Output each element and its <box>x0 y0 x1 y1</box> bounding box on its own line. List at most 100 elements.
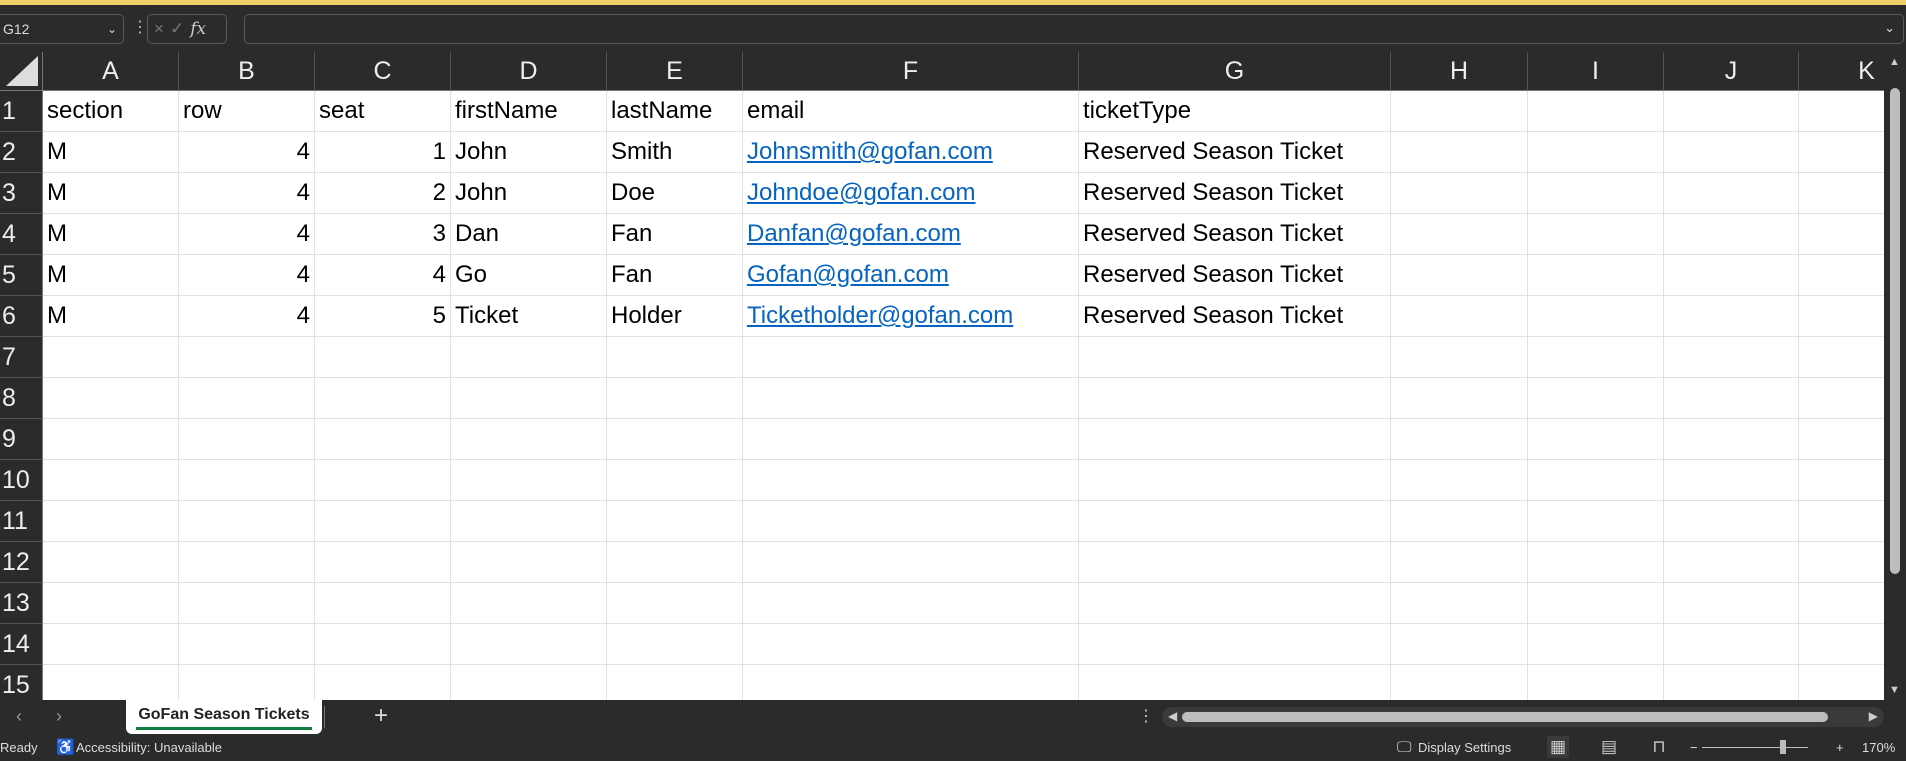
row-header-8[interactable]: 8 <box>0 378 43 419</box>
cell-A14[interactable] <box>43 624 179 665</box>
cell-D4[interactable]: Dan <box>451 214 607 255</box>
cell-K2[interactable] <box>1799 132 1884 173</box>
cell-J2[interactable] <box>1664 132 1799 173</box>
cell-E10[interactable] <box>607 460 743 501</box>
column-header-A[interactable]: A <box>43 52 179 91</box>
cell-A10[interactable] <box>43 460 179 501</box>
cell-B10[interactable] <box>179 460 315 501</box>
cell-K8[interactable] <box>1799 378 1884 419</box>
cell-I7[interactable] <box>1528 337 1664 378</box>
cell-D8[interactable] <box>451 378 607 419</box>
cell-A13[interactable] <box>43 583 179 624</box>
cell-J8[interactable] <box>1664 378 1799 419</box>
normal-view-icon[interactable]: ▦ <box>1547 736 1569 758</box>
row-header-4[interactable]: 4 <box>0 214 43 255</box>
cell-A9[interactable] <box>43 419 179 460</box>
column-header-H[interactable]: H <box>1391 52 1528 91</box>
cancel-icon[interactable]: × <box>154 19 170 38</box>
cell-K14[interactable] <box>1799 624 1884 665</box>
cell-B7[interactable] <box>179 337 315 378</box>
cell-J4[interactable] <box>1664 214 1799 255</box>
column-header-D[interactable]: D <box>451 52 607 91</box>
expand-formula-icon[interactable]: ⌄ <box>1884 20 1895 36</box>
cell-E6[interactable]: Holder <box>607 296 743 337</box>
cell-K15[interactable] <box>1799 665 1884 700</box>
insert-function-icon[interactable]: fx <box>190 19 206 39</box>
cell-H14[interactable] <box>1391 624 1528 665</box>
cell-B1[interactable]: row <box>179 91 315 132</box>
cell-H8[interactable] <box>1391 378 1528 419</box>
cell-B4[interactable]: 4 <box>179 214 315 255</box>
page-layout-icon[interactable]: ▤ <box>1598 736 1620 758</box>
cell-H2[interactable] <box>1391 132 1528 173</box>
cell-C6[interactable]: 5 <box>315 296 451 337</box>
zoom-out-button[interactable]: − <box>1690 734 1698 761</box>
cell-I6[interactable] <box>1528 296 1664 337</box>
scroll-down-icon[interactable]: ▼ <box>1889 684 1900 696</box>
cell-G13[interactable] <box>1079 583 1391 624</box>
cell-F12[interactable] <box>743 542 1079 583</box>
cell-B15[interactable] <box>179 665 315 700</box>
cell-B9[interactable] <box>179 419 315 460</box>
spreadsheet-grid[interactable]: A B C D E F G H I J K 1 section row seat firstName lastN… <box>0 52 1884 700</box>
row-header-1[interactable]: 1 <box>0 91 43 132</box>
prev-sheet-icon[interactable]: ‹ <box>16 706 22 727</box>
column-header-F[interactable]: F <box>743 52 1079 91</box>
cell-G11[interactable] <box>1079 501 1391 542</box>
cell-F8[interactable] <box>743 378 1079 419</box>
cell-H3[interactable] <box>1391 173 1528 214</box>
cell-H10[interactable] <box>1391 460 1528 501</box>
cell-F2[interactable]: Johnsmith@gofan.com <box>743 132 1079 173</box>
row-header-10[interactable]: 10 <box>0 460 43 501</box>
cell-I14[interactable] <box>1528 624 1664 665</box>
next-sheet-icon[interactable]: › <box>56 706 62 727</box>
cell-J3[interactable] <box>1664 173 1799 214</box>
cell-A2[interactable]: M <box>43 132 179 173</box>
cell-D10[interactable] <box>451 460 607 501</box>
cell-G1[interactable]: ticketType <box>1079 91 1391 132</box>
cell-E4[interactable]: Fan <box>607 214 743 255</box>
cell-E9[interactable] <box>607 419 743 460</box>
cell-F13[interactable] <box>743 583 1079 624</box>
cell-K7[interactable] <box>1799 337 1884 378</box>
cell-A4[interactable]: M <box>43 214 179 255</box>
select-all-button[interactable] <box>0 52 43 91</box>
row-header-2[interactable]: 2 <box>0 132 43 173</box>
cell-D2[interactable]: John <box>451 132 607 173</box>
cell-D14[interactable] <box>451 624 607 665</box>
cell-G10[interactable] <box>1079 460 1391 501</box>
cell-G15[interactable] <box>1079 665 1391 700</box>
cell-D5[interactable]: Go <box>451 255 607 296</box>
cell-H1[interactable] <box>1391 91 1528 132</box>
name-box[interactable]: G12 ⌄ <box>0 14 124 44</box>
cell-C5[interactable]: 4 <box>315 255 451 296</box>
cell-K5[interactable] <box>1799 255 1884 296</box>
cell-J12[interactable] <box>1664 542 1799 583</box>
cell-E2[interactable]: Smith <box>607 132 743 173</box>
cell-K3[interactable] <box>1799 173 1884 214</box>
cell-H13[interactable] <box>1391 583 1528 624</box>
cell-E15[interactable] <box>607 665 743 700</box>
more-options-icon[interactable]: ⋮ <box>1138 706 1154 726</box>
cell-D3[interactable]: John <box>451 173 607 214</box>
cell-A15[interactable] <box>43 665 179 700</box>
zoom-in-button[interactable]: + <box>1836 734 1844 761</box>
cell-J15[interactable] <box>1664 665 1799 700</box>
cell-E1[interactable]: lastName <box>607 91 743 132</box>
cell-C11[interactable] <box>315 501 451 542</box>
cell-H5[interactable] <box>1391 255 1528 296</box>
cell-E8[interactable] <box>607 378 743 419</box>
display-settings-icon[interactable]: 🖵 <box>1397 734 1411 761</box>
cell-G8[interactable] <box>1079 378 1391 419</box>
accessibility-icon[interactable]: ♿ <box>56 734 75 761</box>
cell-C15[interactable] <box>315 665 451 700</box>
cell-B3[interactable]: 4 <box>179 173 315 214</box>
cell-F15[interactable] <box>743 665 1079 700</box>
display-settings-button[interactable]: Display Settings <box>1418 734 1511 761</box>
cell-I3[interactable] <box>1528 173 1664 214</box>
cell-G12[interactable] <box>1079 542 1391 583</box>
cell-A1[interactable]: section <box>43 91 179 132</box>
cell-B8[interactable] <box>179 378 315 419</box>
cell-G4[interactable]: Reserved Season Ticket <box>1079 214 1391 255</box>
cell-F9[interactable] <box>743 419 1079 460</box>
